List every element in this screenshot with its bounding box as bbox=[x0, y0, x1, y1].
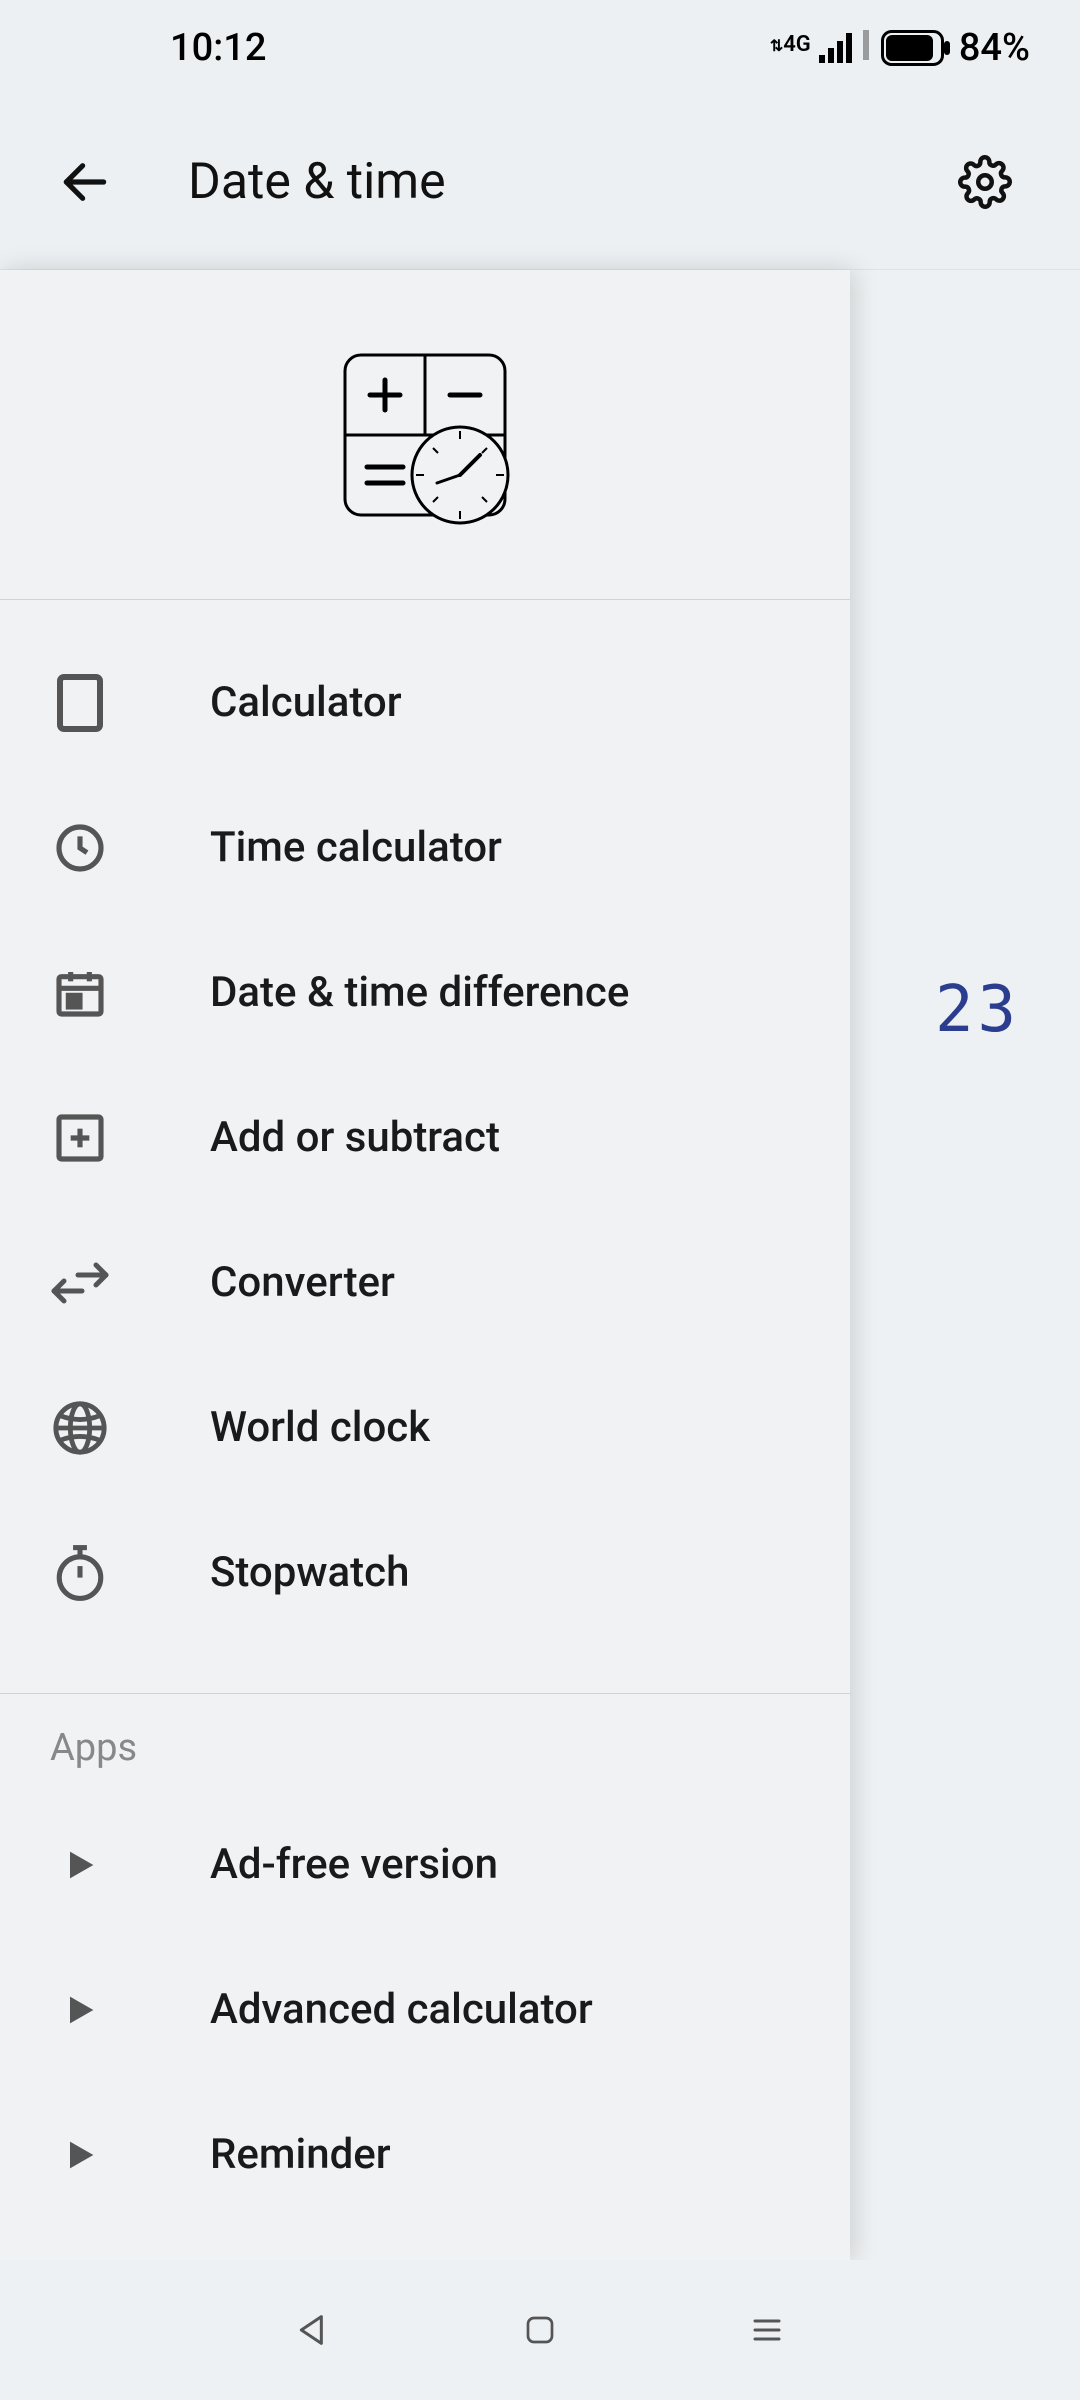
square-home-icon bbox=[522, 2312, 558, 2348]
gear-icon bbox=[958, 155, 1012, 209]
menu-add-or-subtract[interactable]: Add or subtract bbox=[0, 1065, 850, 1210]
menu-date-time-difference[interactable]: Date & time difference bbox=[0, 920, 850, 1065]
menu-reminder[interactable]: Reminder bbox=[0, 2082, 850, 2227]
play-icon bbox=[50, 1835, 110, 1895]
triangle-back-icon bbox=[293, 2310, 333, 2350]
nav-back-button[interactable] bbox=[283, 2300, 343, 2360]
background-digits: 23 bbox=[935, 973, 1020, 1047]
back-button[interactable] bbox=[50, 147, 120, 217]
menu-recents-icon bbox=[747, 2312, 787, 2348]
portrait-rect-icon bbox=[50, 673, 110, 733]
drawer-header bbox=[0, 270, 850, 600]
menu-label: Ad-free version bbox=[210, 1840, 498, 1889]
arrows-swap-icon bbox=[50, 1253, 110, 1313]
menu-stopwatch[interactable]: Stopwatch bbox=[0, 1500, 850, 1645]
plus-box-icon bbox=[50, 1108, 110, 1168]
menu-label: Stopwatch bbox=[210, 1548, 409, 1597]
menu-label: Add or subtract bbox=[210, 1113, 500, 1162]
network-indicator: ⇅4G bbox=[770, 32, 811, 57]
menu-label: Reminder bbox=[210, 2130, 391, 2179]
signal-secondary-icon bbox=[863, 26, 873, 70]
stopwatch-icon bbox=[50, 1543, 110, 1603]
menu-converter[interactable]: Converter bbox=[0, 1210, 850, 1355]
arrow-left-icon bbox=[57, 154, 113, 210]
navigation-drawer: Calculator Time calculator Date & time d… bbox=[0, 270, 850, 2260]
globe-icon bbox=[50, 1398, 110, 1458]
settings-button[interactable] bbox=[950, 147, 1020, 217]
main-menu: Calculator Time calculator Date & time d… bbox=[0, 600, 850, 1675]
play-icon bbox=[50, 2125, 110, 2185]
page-title: Date & time bbox=[188, 153, 950, 211]
status-bar: 10:12 ⇅4G 84% bbox=[0, 0, 1080, 95]
apps-section-header: Apps bbox=[0, 1694, 850, 1788]
content-area: 23 bbox=[0, 270, 1080, 2260]
play-icon bbox=[50, 1980, 110, 2040]
nav-recents-button[interactable] bbox=[737, 2300, 797, 2360]
status-time: 10:12 bbox=[50, 26, 266, 70]
menu-calculator[interactable]: Calculator bbox=[0, 630, 850, 775]
battery-icon bbox=[881, 30, 951, 66]
menu-label: Date & time difference bbox=[210, 968, 629, 1017]
menu-advanced-calculator[interactable]: Advanced calculator bbox=[0, 1937, 850, 2082]
menu-label: Calculator bbox=[210, 678, 402, 727]
system-nav-bar bbox=[0, 2260, 1080, 2400]
app-logo-icon bbox=[325, 335, 525, 535]
battery-percent: 84% bbox=[959, 26, 1030, 70]
clock-icon bbox=[50, 818, 110, 878]
menu-label: World clock bbox=[210, 1403, 430, 1452]
menu-label: Time calculator bbox=[210, 823, 502, 872]
menu-world-clock[interactable]: World clock bbox=[0, 1355, 850, 1500]
nav-home-button[interactable] bbox=[510, 2300, 570, 2360]
status-right: ⇅4G 84% bbox=[770, 26, 1030, 70]
apps-menu: Ad-free version Advanced calculator Remi… bbox=[0, 1788, 850, 2257]
menu-label: Converter bbox=[210, 1258, 395, 1307]
signal-icon bbox=[819, 33, 855, 63]
menu-ad-free-version[interactable]: Ad-free version bbox=[0, 1792, 850, 1937]
calendar-icon bbox=[50, 963, 110, 1023]
menu-label: Advanced calculator bbox=[210, 1985, 593, 2034]
app-bar: Date & time bbox=[0, 95, 1080, 270]
menu-time-calculator[interactable]: Time calculator bbox=[0, 775, 850, 920]
